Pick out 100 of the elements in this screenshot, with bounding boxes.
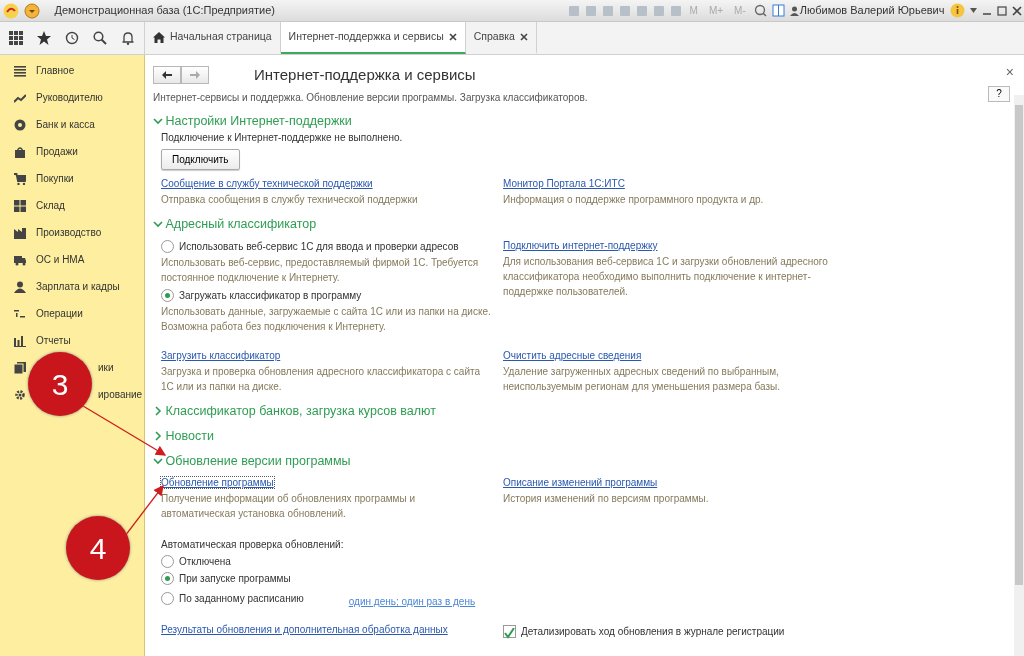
- bell-icon[interactable]: [120, 31, 135, 45]
- trend-icon[interactable]: [14, 91, 26, 104]
- star-icon[interactable]: [37, 31, 52, 45]
- checkbox-label[interactable]: Детализировать ход обновления в журнале регистрации: [521, 625, 785, 638]
- scrollbar[interactable]: [1014, 95, 1024, 656]
- link[interactable]: Сообщение в службу технической поддержки: [161, 178, 373, 189]
- help-button[interactable]: ?: [988, 86, 1010, 102]
- radio-button[interactable]: [161, 555, 174, 568]
- link[interactable]: Очистить адресные сведения: [503, 350, 642, 361]
- hint-text: История изменений по версиям программы.: [503, 492, 710, 506]
- maximize-icon[interactable]: [996, 5, 1007, 16]
- close-icon[interactable]: [1011, 5, 1022, 16]
- section-title[interactable]: Новости: [165, 428, 214, 444]
- apps-grid-icon[interactable]: [9, 31, 24, 45]
- info-icon[interactable]: [949, 3, 965, 18]
- dropdown-icon[interactable]: [23, 2, 40, 19]
- window-title: Демонстрационная база (1С:Предприятие): [54, 3, 275, 18]
- chevron-right-icon: [153, 431, 163, 441]
- chevron-down-icon: [153, 219, 163, 229]
- link[interactable]: Обновление программы: [161, 477, 274, 488]
- section-title[interactable]: Адресный классификатор: [165, 216, 317, 232]
- radio-button[interactable]: [161, 572, 174, 585]
- zoom-icon[interactable]: [753, 4, 767, 17]
- section-header[interactable]: Обновление версии программы: [153, 453, 994, 469]
- connect-button[interactable]: Подключить: [161, 149, 240, 170]
- truck-icon[interactable]: [14, 253, 26, 266]
- sidebar-item[interactable]: ирование: [98, 388, 143, 401]
- hint-text: Отправка сообщения в службу технической поддержки: [161, 193, 419, 207]
- sidebar-item[interactable]: ОС и НМА: [36, 253, 85, 266]
- panels-icon[interactable]: [771, 4, 785, 17]
- books-icon[interactable]: [14, 361, 26, 374]
- search-icon[interactable]: [92, 31, 107, 45]
- sidebar-item[interactable]: Производство: [36, 226, 102, 239]
- bar-chart-icon[interactable]: [14, 334, 26, 347]
- radio-label[interactable]: Использовать веб-сервис 1С для ввода и проверки адресов: [179, 240, 459, 253]
- link[interactable]: Подключить интернет-поддержку: [503, 240, 658, 251]
- section-header[interactable]: Новости: [153, 428, 994, 444]
- radio-label[interactable]: Загружать классификатор в программу: [179, 289, 362, 302]
- chevron-down-icon: [153, 456, 163, 466]
- schedule-link[interactable]: один день; один раз в день: [348, 595, 476, 608]
- radio-label[interactable]: При запуске программы: [179, 572, 291, 585]
- link[interactable]: Монитор Портала 1С:ИТС: [503, 178, 625, 189]
- sidebar-item[interactable]: Склад: [36, 199, 65, 212]
- arrow-right-icon: [190, 70, 200, 79]
- coin-icon[interactable]: [14, 118, 26, 131]
- sidebar-item[interactable]: Зарплата и кадры: [36, 280, 120, 293]
- section-title[interactable]: Настройки Интернет-поддержки: [165, 112, 352, 129]
- field-label: Автоматическая проверка обновлений:: [161, 538, 345, 551]
- hint-text: Информация о поддержке программного продукта и др.: [503, 193, 765, 207]
- hint-text: Для использования веб-сервиса 1С и загрузки обновлений адресного классификатора необходимо выполнить подключение к интернет-поддержке пользователей.: [503, 255, 829, 299]
- section-title[interactable]: Классификатор банков, загрузка курсов валют: [165, 403, 436, 419]
- menu-icon[interactable]: [14, 64, 26, 77]
- section-header[interactable]: Адресный классификатор: [153, 216, 994, 232]
- user-name[interactable]: Любимов Валерий Юрьевич: [799, 3, 945, 18]
- tab[interactable]: Интернет-поддержка и сервисы: [280, 22, 466, 54]
- check-icon: [504, 627, 515, 639]
- hint-text: Удаление загруженных адресных сведений по выбранным, неиспользуемым регионам для уменьшения размера базы.: [503, 365, 781, 394]
- sidebar-item[interactable]: ики: [98, 361, 114, 374]
- chevron-down-icon: [153, 115, 163, 126]
- section-title[interactable]: Обновление версии программы: [165, 453, 351, 469]
- section-header[interactable]: Настройки Интернет-поддержки: [153, 112, 994, 129]
- sidebar-item[interactable]: Банк и касса: [36, 118, 95, 131]
- status-text: Подключение к Интернет-поддержке не выполнено.: [161, 131, 404, 144]
- form-title: Интернет-поддержка и сервисы: [254, 65, 476, 85]
- sidebar-item[interactable]: Операции: [36, 307, 83, 320]
- sidebar-item[interactable]: Покупки: [36, 172, 74, 185]
- history-icon[interactable]: [65, 31, 79, 45]
- radio-button[interactable]: [161, 592, 174, 605]
- hint-text: Использовать данные, загружаемые с сайта 1С или из папки на диске. Возможна работа без подключения к Интернету.: [161, 305, 491, 334]
- radio-button[interactable]: [161, 240, 174, 253]
- close-icon[interactable]: [448, 33, 457, 41]
- home-icon: [153, 31, 165, 43]
- back-button[interactable]: [153, 65, 181, 84]
- chevron-right-icon: [153, 406, 163, 416]
- link[interactable]: Описание изменений программы: [503, 477, 658, 488]
- sidebar-item[interactable]: Продажи: [36, 145, 78, 158]
- hint-text: Загрузка и проверка обновления адресного классификатора с сайта 1С или из папки на диске.: [161, 365, 481, 394]
- sidebar-item[interactable]: Главное: [36, 64, 75, 77]
- user-icon: [789, 5, 799, 16]
- section-header[interactable]: Классификатор банков, загрузка курсов валют: [153, 403, 994, 419]
- radio-label[interactable]: Отключена: [179, 555, 231, 568]
- scrollbar-thumb[interactable]: [1015, 105, 1023, 585]
- form-description: Интернет-сервисы и поддержка. Обновление версии программы. Загрузка классификаторов.: [153, 90, 588, 104]
- settings-icon[interactable]: [14, 388, 26, 401]
- cart-icon[interactable]: [14, 172, 26, 185]
- sidebar-item[interactable]: Отчеты: [36, 334, 71, 347]
- sidebar-item[interactable]: Руководителю: [36, 91, 103, 104]
- link[interactable]: Результаты обновления и дополнительная обработка данных: [161, 624, 448, 635]
- close-icon[interactable]: [519, 33, 528, 41]
- radio-label[interactable]: По заданному расписанию: [179, 592, 304, 605]
- close-button[interactable]: ×: [1005, 63, 1014, 82]
- bag-icon[interactable]: [14, 145, 26, 158]
- radio-button[interactable]: [161, 289, 174, 302]
- hint-text: Использовать веб-сервис, предоставляемый фирмой 1С. Требуется постоянное подключение к Интернету.: [161, 256, 480, 285]
- factory-icon[interactable]: [14, 226, 26, 239]
- caret-icon[interactable]: [969, 8, 977, 13]
- link[interactable]: Загрузить классификатор: [161, 350, 281, 361]
- checkbox[interactable]: [503, 625, 516, 638]
- grid-icon[interactable]: [14, 199, 26, 212]
- person-icon[interactable]: [14, 280, 26, 293]
